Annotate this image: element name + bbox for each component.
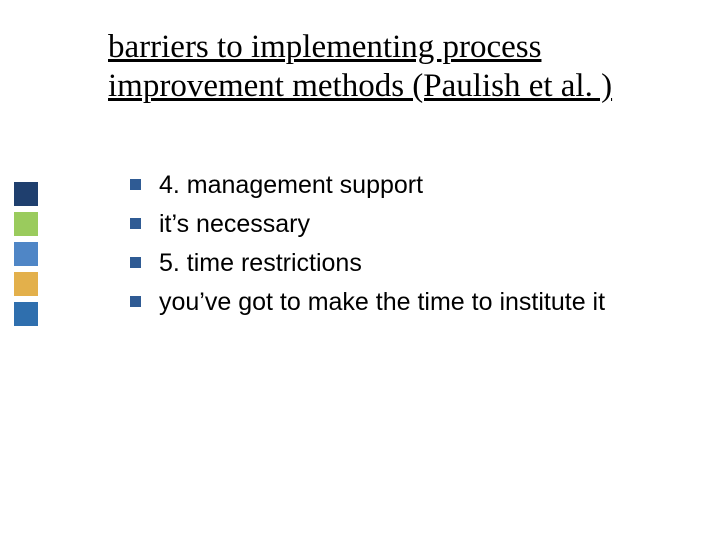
list-item: 4. management support (130, 168, 690, 203)
list-item-text: 4. management support (159, 168, 690, 203)
slide: barriers to implementing process improve… (0, 0, 720, 540)
list-item-text: it’s necessary (159, 207, 690, 242)
square-bullet-icon (130, 296, 141, 307)
list-item: it’s necessary (130, 207, 690, 242)
swatch-1 (14, 182, 38, 206)
list-item-text: 5. time restrictions (159, 246, 690, 281)
bullet-list: 4. management support it’s necessary 5. … (130, 168, 690, 324)
swatch-3 (14, 242, 38, 266)
list-item-text: you’ve got to make the time to institute… (159, 285, 690, 320)
square-bullet-icon (130, 218, 141, 229)
list-item: you’ve got to make the time to institute… (130, 285, 690, 320)
swatch-4 (14, 272, 38, 296)
swatch-2 (14, 212, 38, 236)
square-bullet-icon (130, 257, 141, 268)
swatch-5 (14, 302, 38, 326)
square-bullet-icon (130, 179, 141, 190)
sidebar-swatches (14, 182, 38, 332)
slide-title: barriers to implementing process improve… (108, 28, 668, 106)
list-item: 5. time restrictions (130, 246, 690, 281)
